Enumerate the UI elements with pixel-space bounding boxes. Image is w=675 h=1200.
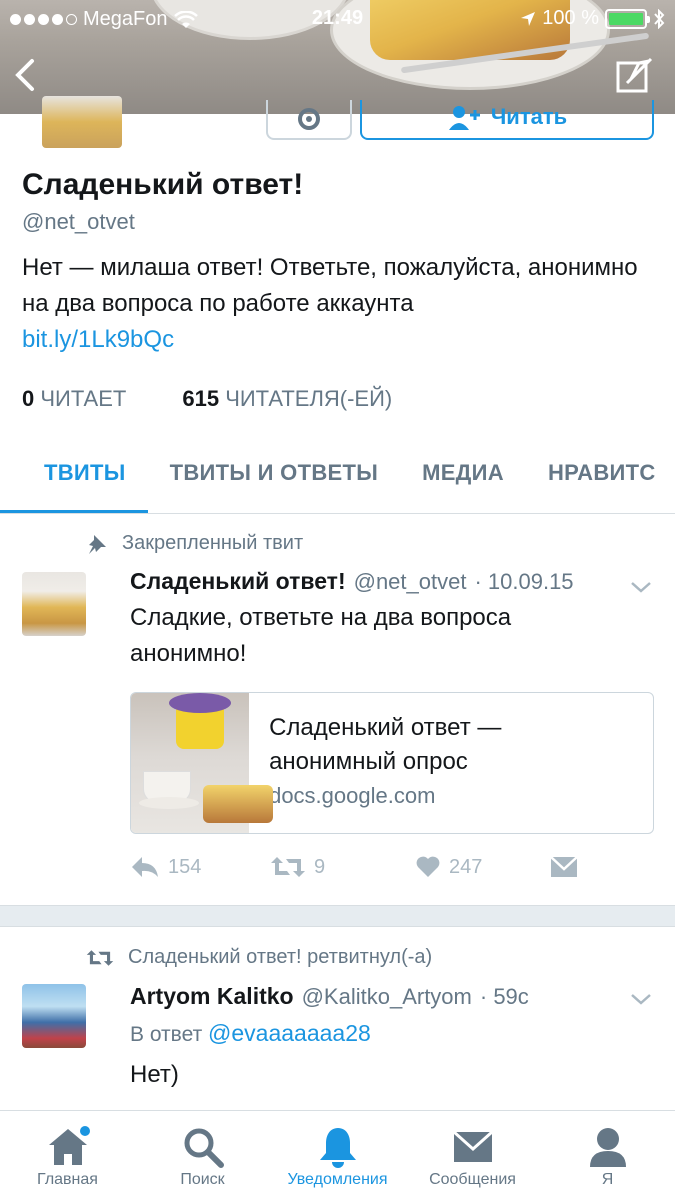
tweet-header: Artyom Kalitko @Kalitko_Artyom · 59с <box>130 983 529 1010</box>
tweet-text: Сладкие, ответьте на два вопроса анонимн… <box>130 604 512 667</box>
reply-to-link[interactable]: @evaaaaaaa28 <box>208 1020 371 1046</box>
reply-icon <box>132 857 158 877</box>
card-domain: docs.google.com <box>269 783 436 808</box>
tab-media[interactable]: МЕДИА <box>400 440 526 513</box>
direct-message-button[interactable] <box>550 856 578 878</box>
profile-stats: 0 ЧИТАЕТ 615 ЧИТАТЕЛЯ(-ЕЙ) <box>22 386 392 412</box>
tweet-date: · 59с <box>479 984 529 1009</box>
tab-likes[interactable]: НРАВИТС <box>526 440 675 513</box>
user-icon <box>589 1128 626 1167</box>
nav-messages[interactable]: Сообщения <box>405 1111 540 1200</box>
tweet-avatar[interactable] <box>22 572 86 636</box>
card-image <box>131 693 273 833</box>
retweet-button[interactable]: 9 <box>270 855 415 879</box>
heart-icon <box>416 856 440 877</box>
compose-icon <box>616 57 653 93</box>
tweet-handle: @Kalitko_Artyom <box>301 984 472 1009</box>
chevron-left-icon <box>15 59 34 91</box>
nav-me[interactable]: Я <box>540 1111 675 1200</box>
gear-icon <box>298 108 320 130</box>
tweet-text: Нет) <box>130 1061 179 1088</box>
tweet-actions: 154 9 247 <box>130 855 590 879</box>
retweet-icon <box>271 857 305 877</box>
tweet-handle: @net_otvet <box>353 569 467 594</box>
like-button[interactable]: 247 <box>415 855 550 879</box>
profile-tabs: ТВИТЫ ТВИТЫ И ОТВЕТЫ МЕДИА НРАВИТС <box>0 440 675 514</box>
chevron-down-icon[interactable] <box>629 578 653 596</box>
bell-icon <box>319 1128 356 1168</box>
chevron-down-icon[interactable] <box>629 990 653 1008</box>
envelope-icon <box>452 1130 493 1162</box>
link-card[interactable]: Сладенький ответ — анонимный опрос docs.… <box>130 692 654 834</box>
card-title: Сладенький ответ — анонимный опрос <box>269 714 502 775</box>
search-icon <box>184 1128 224 1168</box>
followers-stat[interactable]: 615 ЧИТАТЕЛЯ(-ЕЙ) <box>182 386 392 412</box>
envelope-icon <box>550 856 578 877</box>
battery-icon <box>605 8 650 29</box>
bio-text: Нет — милаша ответ! Ответьте, пожалуйста… <box>22 254 638 317</box>
location-arrow-icon <box>521 11 536 26</box>
tweet-author[interactable]: Artyom Kalitko <box>130 983 294 1010</box>
profile-handle: @net_otvet <box>22 209 135 234</box>
nav-notifications[interactable]: Уведомления <box>270 1111 405 1200</box>
tab-tweets-and-replies[interactable]: ТВИТЫ И ОТВЕТЫ <box>148 440 400 513</box>
tweet-header: Сладенький ответ! @net_otvet · 10.09.15 <box>130 568 574 595</box>
profile-avatar[interactable] <box>42 96 122 148</box>
retweet-icon <box>86 949 114 966</box>
back-button[interactable] <box>10 55 40 95</box>
settings-button[interactable] <box>266 100 352 140</box>
retweet-context: Сладенький ответ! ретвитнул(-а) <box>86 946 432 969</box>
tweet-separator <box>0 905 675 927</box>
nav-home[interactable]: Главная <box>0 1111 135 1200</box>
profile-bio: Нет — милаша ответ! Ответьте, пожалуйста… <box>22 250 652 358</box>
home-icon <box>48 1126 90 1165</box>
status-bar: MegaFon 21:49 100 % <box>0 0 675 38</box>
add-user-icon <box>448 106 480 130</box>
nav-search[interactable]: Поиск <box>135 1111 270 1200</box>
tab-tweets[interactable]: ТВИТЫ <box>0 440 148 513</box>
bottom-tab-bar: Главная Поиск Уведомления Сообщения Я <box>0 1110 675 1200</box>
pin-icon <box>89 534 106 554</box>
bluetooth-icon <box>654 8 665 29</box>
compose-tweet-button[interactable] <box>615 55 655 95</box>
battery-percent: 100 % <box>542 7 599 29</box>
reply-button[interactable]: 154 <box>130 855 270 879</box>
profile-name: Сладенький ответ! <box>22 168 304 201</box>
reply-context: В ответ @evaaaaaaa28 <box>130 1020 371 1046</box>
tweet-date: · 10.09.15 <box>474 569 574 594</box>
bio-link[interactable]: bit.ly/1Lk9bQc <box>22 326 174 353</box>
tweet-avatar[interactable] <box>22 984 86 1048</box>
pinned-tweet-context: Закрепленный твит <box>86 532 303 555</box>
follow-label: Читать <box>490 104 568 129</box>
following-stat[interactable]: 0 ЧИТАЕТ <box>22 386 126 412</box>
follow-button[interactable]: Читать <box>360 100 654 140</box>
tweet-author[interactable]: Сладенький ответ! <box>130 568 346 595</box>
